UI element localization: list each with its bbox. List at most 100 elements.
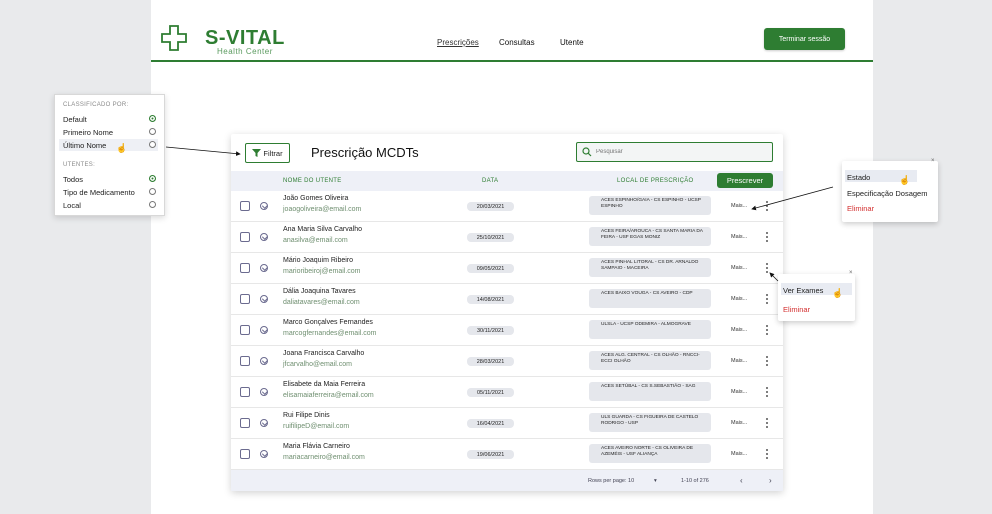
prescription-date: 25/10/2021 <box>467 233 514 242</box>
table-row[interactable]: Joana Francisca Carvalho jfcarvalho@email… <box>231 346 783 377</box>
prescription-location: ACES PINHAL LITORAL - CS DR. ARNALDO SAM… <box>589 258 711 277</box>
prescription-location: ULSLA - UCSP ODEMIRA - ALMOGRAVE <box>589 320 711 339</box>
expand-chevron-icon[interactable] <box>260 326 268 334</box>
rows-per-page-chevron-icon[interactable]: ▾ <box>654 478 657 484</box>
search-input[interactable] <box>596 146 766 158</box>
expand-chevron-icon[interactable] <box>260 295 268 303</box>
kebab-menu-icon[interactable] <box>764 324 770 337</box>
close-icon[interactable]: × <box>849 270 853 276</box>
kebab-options-menu: × Ver Exames ☝ Eliminar <box>778 270 855 321</box>
nav-utente[interactable]: Utente <box>560 38 584 47</box>
table-row[interactable]: João Gomes Oliveira joaogoliveira@email.c… <box>231 191 783 222</box>
row-checkbox[interactable] <box>240 325 250 335</box>
table-row[interactable]: Mário Joaquim Ribeiro marioribeiroj@email… <box>231 253 783 284</box>
patient-email: jfcarvalho@email.com <box>283 361 352 368</box>
patient-email: elisamaiaferreira@email.com <box>283 392 374 399</box>
row-checkbox[interactable] <box>240 387 250 397</box>
prescription-date: 28/03/2021 <box>467 357 514 366</box>
patient-name: Maria Flávia Carneiro <box>283 443 350 450</box>
expand-chevron-icon[interactable] <box>260 419 268 427</box>
expand-chevron-icon[interactable] <box>260 202 268 210</box>
kebab-menu-icon[interactable] <box>764 293 770 306</box>
prescription-date: 16/04/2021 <box>467 419 514 428</box>
table-row[interactable]: Elisabete da Maia Ferreira elisamaiaferre… <box>231 377 783 408</box>
patient-email: anasilva@email.com <box>283 237 348 244</box>
nav-prescricoes[interactable]: Prescrições <box>437 38 479 47</box>
table-row[interactable]: Maria Flávia Carneiro mariacarneiro@email… <box>231 439 783 470</box>
row-checkbox[interactable] <box>240 356 250 366</box>
menu-item-eliminar[interactable]: Eliminar <box>783 305 810 314</box>
expand-chevron-icon[interactable] <box>260 264 268 272</box>
sort-default-radio[interactable] <box>149 115 156 122</box>
menu-item-eliminar[interactable]: Eliminar <box>847 204 874 213</box>
kebab-menu-icon[interactable] <box>764 417 770 430</box>
expand-chevron-icon[interactable] <box>260 388 268 396</box>
sort-option-last-name[interactable]: Último Nome <box>63 141 106 150</box>
table-row[interactable]: Ana Maria Silva Carvalho anasilva@email.c… <box>231 222 783 253</box>
more-link[interactable]: Mais... <box>731 389 747 395</box>
sort-section-title: CLASSIFICADO POR: <box>63 102 129 108</box>
expand-chevron-icon[interactable] <box>260 233 268 241</box>
expand-chevron-icon[interactable] <box>260 357 268 365</box>
filter-button[interactable]: Filtrar <box>245 143 290 163</box>
kebab-menu-icon[interactable] <box>764 262 770 275</box>
close-icon[interactable]: × <box>931 158 935 164</box>
prescription-date: 05/11/2021 <box>467 388 514 397</box>
menu-item-especificacao-dosagem[interactable]: Especificação Dosagem <box>847 189 927 198</box>
more-link[interactable]: Mais... <box>731 234 747 240</box>
patient-name: Ana Maria Silva Carvalho <box>283 226 362 233</box>
more-link[interactable]: Mais... <box>731 296 747 302</box>
more-link[interactable]: Mais... <box>731 327 747 333</box>
kebab-menu-icon[interactable] <box>764 231 770 244</box>
more-options-menu: × Estado ☝ Especificação Dosagem Elimina… <box>842 158 938 222</box>
sort-option-first-name[interactable]: Primeiro Nome <box>63 128 113 137</box>
prev-page-icon[interactable]: ‹ <box>740 476 743 485</box>
rows-per-page-select[interactable]: Rows per page: 10 <box>588 478 634 484</box>
row-checkbox[interactable] <box>240 294 250 304</box>
sort-option-default[interactable]: Default <box>63 115 87 124</box>
table-row[interactable]: Marco Gonçalves Fernandes marcogfernandes… <box>231 315 783 346</box>
sort-last-name-radio[interactable] <box>149 141 156 148</box>
prescribe-button[interactable]: Prescrever <box>717 173 773 188</box>
pagination-range: 1-10 of 276 <box>681 478 709 484</box>
table-row[interactable]: Dália Joaquina Tavares daliatavares@email… <box>231 284 783 315</box>
more-link[interactable]: Mais... <box>731 420 747 426</box>
more-link[interactable]: Mais... <box>731 265 747 271</box>
expand-chevron-icon[interactable] <box>260 450 268 458</box>
column-header-date[interactable]: DATA <box>482 178 498 184</box>
patient-name: Mário Joaquim Ribeiro <box>283 257 354 264</box>
row-checkbox[interactable] <box>240 449 250 459</box>
filter-todos-radio[interactable] <box>149 175 156 182</box>
column-header-location[interactable]: LOCAL DE PRESCRIÇÃO <box>617 178 694 184</box>
column-header-name[interactable]: NOME DO UTENTE <box>283 178 342 184</box>
more-link[interactable]: Mais... <box>731 358 747 364</box>
menu-item-ver-exames[interactable]: Ver Exames <box>783 286 823 295</box>
table-row[interactable]: Rui Filipe Dinis ruifilipeD@email.com 16/0… <box>231 408 783 439</box>
filter-tipo-radio[interactable] <box>149 188 156 195</box>
row-checkbox[interactable] <box>240 201 250 211</box>
row-checkbox[interactable] <box>240 418 250 428</box>
sort-first-name-radio[interactable] <box>149 128 156 135</box>
filter-option-tipo-medicamento[interactable]: Tipo de Medicamento <box>63 188 135 197</box>
row-checkbox[interactable] <box>240 263 250 273</box>
prescription-location: ULS GUARDA - CS FIGUEIRA DE CASTELO RODR… <box>589 413 711 432</box>
filter-local-radio[interactable] <box>149 201 156 208</box>
kebab-menu-icon[interactable] <box>764 386 770 399</box>
filter-option-todos[interactable]: Todos <box>63 175 83 184</box>
prescription-date: 30/11/2021 <box>467 326 514 335</box>
next-page-icon[interactable]: › <box>769 476 772 485</box>
table-footer: Rows per page: 10 ▾ 1-10 of 276 ‹ › <box>231 470 783 491</box>
logout-button[interactable]: Terminar sessão <box>764 28 845 50</box>
more-link[interactable]: Mais... <box>731 451 747 457</box>
prescription-location: ACES SETÚBAL - CS S.SEBASTIÃO - SAG <box>589 382 711 401</box>
kebab-menu-icon[interactable] <box>764 355 770 368</box>
menu-item-estado[interactable]: Estado <box>847 173 870 182</box>
patient-name: João Gomes Oliveira <box>283 195 349 202</box>
more-link[interactable]: Mais... <box>731 203 747 209</box>
filter-option-local[interactable]: Local <box>63 201 81 210</box>
row-checkbox[interactable] <box>240 232 250 242</box>
kebab-menu-icon[interactable] <box>764 200 770 213</box>
kebab-menu-icon[interactable] <box>764 448 770 461</box>
nav-consultas[interactable]: Consultas <box>499 38 535 47</box>
search-box[interactable] <box>576 142 773 162</box>
